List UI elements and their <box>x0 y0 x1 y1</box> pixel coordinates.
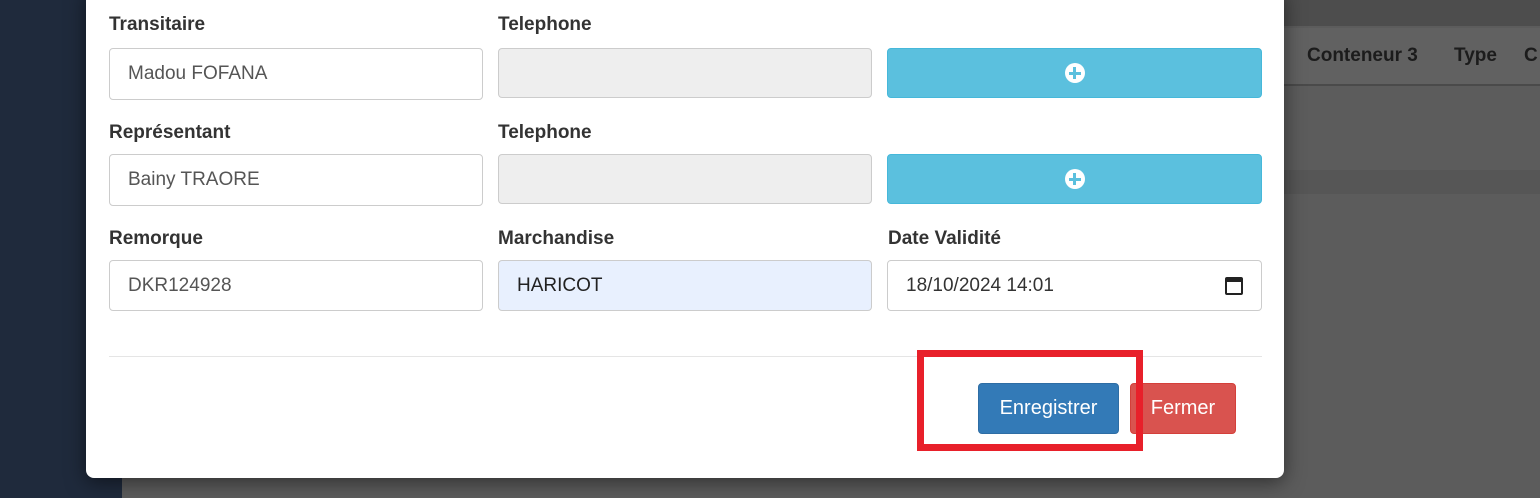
representant-input[interactable]: Bainy TRAORE <box>109 154 483 206</box>
add-transitaire-button[interactable] <box>887 48 1262 98</box>
representant-value: Bainy TRAORE <box>128 169 260 190</box>
representant-label: Représentant <box>109 122 231 143</box>
representant-telephone-input <box>498 154 872 204</box>
marchandise-value: HARICOT <box>517 274 603 296</box>
marchandise-label: Marchandise <box>498 228 615 249</box>
remorque-label: Remorque <box>109 228 203 249</box>
transitaire-telephone-label: Telephone <box>498 14 592 35</box>
column-header-type[interactable]: Type <box>1454 45 1497 67</box>
plus-circle-icon <box>1064 169 1085 189</box>
marchandise-input[interactable]: HARICOT <box>498 260 872 311</box>
transitaire-telephone-input <box>498 48 872 98</box>
modal-dialog: Transitaire Telephone Madou FOFANA Repré… <box>86 0 1284 478</box>
date-validite-value: 18/10/2024 14:01 <box>906 274 1054 296</box>
column-header-conteneur-3[interactable]: Conteneur 3 <box>1307 45 1418 67</box>
date-validite-label: Date Validité <box>888 228 1001 249</box>
column-header-c[interactable]: C <box>1524 45 1538 67</box>
transitaire-value: Madou FOFANA <box>128 63 268 84</box>
remorque-value: DKR124928 <box>128 274 232 296</box>
close-button[interactable]: Fermer <box>1130 383 1236 434</box>
date-validite-input[interactable]: 18/10/2024 14:01 <box>887 260 1262 311</box>
calendar-icon[interactable] <box>1225 276 1243 295</box>
remorque-input[interactable]: DKR124928 <box>109 260 483 311</box>
modal-footer-divider <box>109 356 1262 357</box>
add-representant-button[interactable] <box>887 154 1262 204</box>
save-button[interactable]: Enregistrer <box>978 383 1119 434</box>
plus-circle-icon <box>1064 63 1085 83</box>
representant-telephone-label: Telephone <box>498 122 592 143</box>
transitaire-input[interactable]: Madou FOFANA <box>109 48 483 100</box>
transitaire-label: Transitaire <box>109 14 206 35</box>
